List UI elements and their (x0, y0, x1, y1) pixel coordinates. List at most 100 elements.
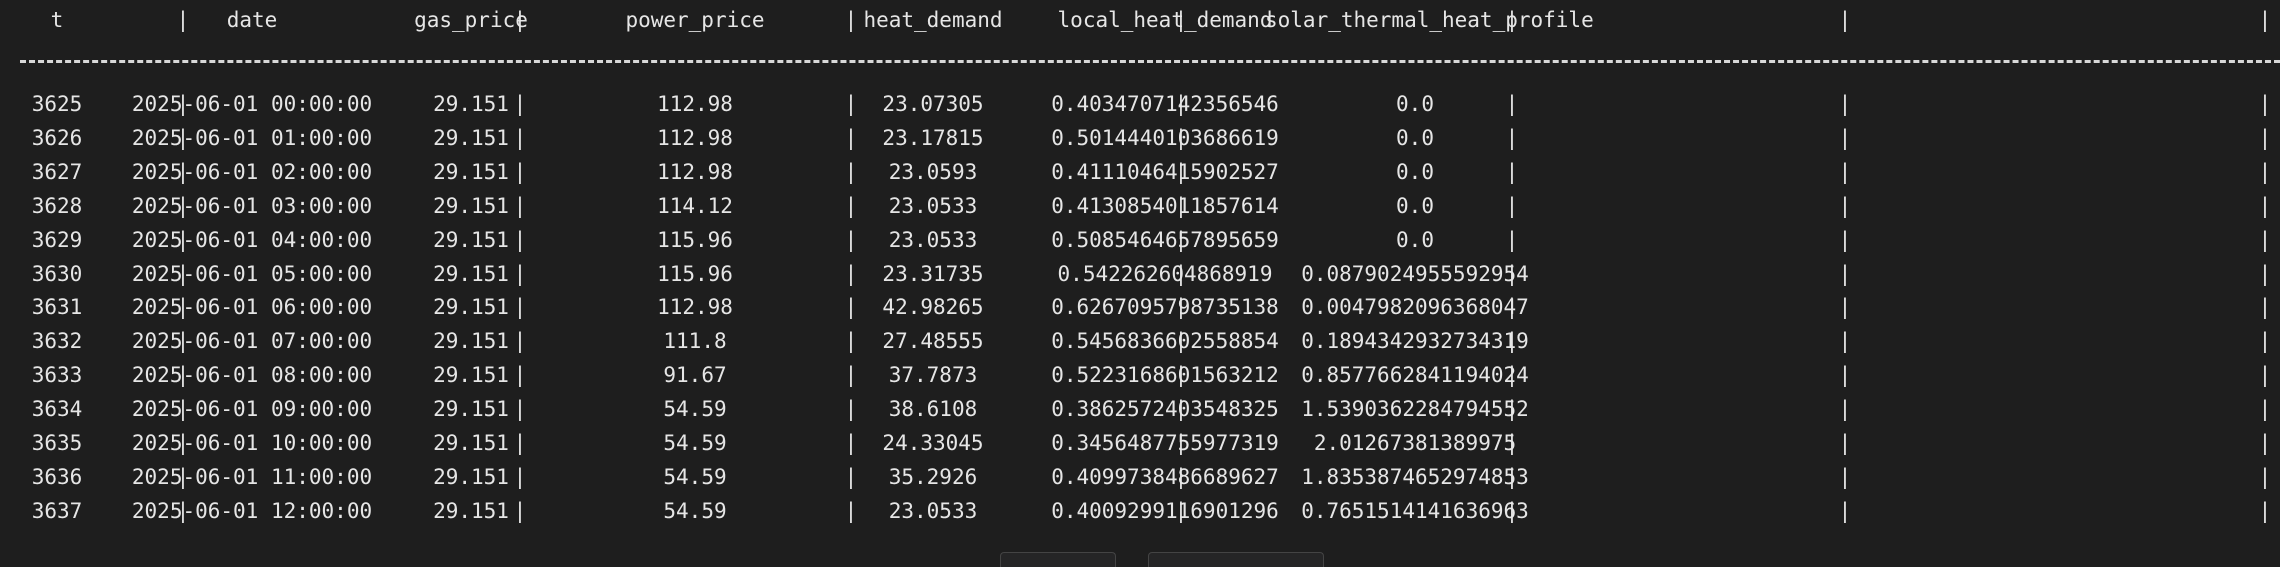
column-separator: | (2258, 295, 2272, 319)
column-separator: | (2258, 397, 2272, 421)
cell-col-solar-thermal-heat-profile: 0.8577662841194024 (1301, 363, 1529, 387)
cell-col-power-price: 54.59 (663, 465, 727, 489)
cell-col-gas-price: 29.151 (433, 465, 509, 489)
column-separator: | (2258, 92, 2272, 116)
column-separator: | (1174, 431, 1188, 455)
column-separator: | (1838, 92, 1852, 116)
cell-col-solar-thermal-heat-profile: 0.0 (1396, 126, 1434, 150)
column-separator: | (1174, 160, 1188, 184)
column-separator: | (2258, 194, 2272, 218)
column-separator: | (1505, 465, 1519, 489)
column-separator: | (844, 363, 858, 387)
panel-tab-left[interactable] (1000, 552, 1116, 567)
column-separator: | (1174, 465, 1188, 489)
column-separator: | (1838, 329, 1852, 353)
panel-tab-right[interactable] (1148, 552, 1324, 567)
table-row: 3626 2025-06-01 01:00:00 29.151 112.98 23.17… (0, 120, 2280, 156)
column-separator: | (844, 295, 858, 319)
column-separator: | (1505, 228, 1519, 252)
table-row: 3635 2025-06-01 10:00:00 29.151 54.59 24.330… (0, 425, 2280, 461)
column-separator: | (176, 194, 190, 218)
column-separator: | (1838, 160, 1852, 184)
column-separator: | (844, 397, 858, 421)
cell-col-gas-price: 29.151 (433, 262, 509, 286)
table-row: 3637 2025-06-01 12:00:00 29.151 54.59 23.053… (0, 493, 2280, 529)
column-separator: | (1838, 465, 1852, 489)
cell-col-power-price: 54.59 (663, 499, 727, 523)
column-separator: | (844, 329, 858, 353)
cell-col-solar-thermal-heat-profile: 0.1894342932734319 (1301, 329, 1529, 353)
column-separator: | (176, 8, 190, 32)
column-separator: | (176, 262, 190, 286)
cell-col-power-price: 112.98 (657, 126, 733, 150)
column-separator: | (1174, 329, 1188, 353)
column-separator: | (1505, 160, 1519, 184)
column-separator: | (1838, 499, 1852, 523)
cell-col-solar-thermal-heat-profile: 1.8353874652974853 (1301, 465, 1529, 489)
column-separator: | (176, 465, 190, 489)
column-separator: | (176, 228, 190, 252)
cell-col-power-price: 54.59 (663, 431, 727, 455)
column-separator: | (176, 363, 190, 387)
cell-col-power-price: 115.96 (657, 262, 733, 286)
cell-col-power-price: 112.98 (657, 295, 733, 319)
cell-col-gas-price: 29.151 (433, 160, 509, 184)
table-row: 3629 2025-06-01 04:00:00 29.151 115.96 23.05… (0, 222, 2280, 258)
column-separator: | (1174, 126, 1188, 150)
column-separator: | (2258, 160, 2272, 184)
table-row: 3627 2025-06-01 02:00:00 29.151 112.98 23.05… (0, 154, 2280, 190)
column-separator: | (2258, 363, 2272, 387)
column-separator: | (1174, 397, 1188, 421)
column-separator: | (1174, 262, 1188, 286)
cell-col-gas-price: 29.151 (433, 194, 509, 218)
column-separator: | (513, 160, 527, 184)
table-row: 3628 2025-06-01 03:00:00 29.151 114.12 23.05… (0, 188, 2280, 224)
column-separator: | (176, 499, 190, 523)
cell-col-gas-price: 29.151 (433, 431, 509, 455)
cell-col-solar-thermal-heat-profile: 0.0879024955592954 (1301, 262, 1529, 286)
cell-col-solar-thermal-heat-profile: 0.0 (1396, 228, 1434, 252)
column-separator: | (844, 92, 858, 116)
column-separator: | (2258, 465, 2272, 489)
column-separator: | (844, 262, 858, 286)
cell-col-power-price: 112.98 (657, 92, 733, 116)
column-separator: | (513, 8, 527, 32)
cell-col-solar-thermal-heat-profile: 0.7651514141636963 (1301, 499, 1529, 523)
column-separator: | (1174, 92, 1188, 116)
column-separator: | (1505, 397, 1519, 421)
column-separator: | (513, 465, 527, 489)
column-separator: | (176, 92, 190, 116)
cell-col-gas-price: 29.151 (433, 295, 509, 319)
cell-col-solar-thermal-heat-profile: 0.0 (1396, 194, 1434, 218)
column-separator: | (1838, 363, 1852, 387)
cell-col-gas-price: 29.151 (433, 397, 509, 421)
column-separator: | (1505, 262, 1519, 286)
column-separator: | (1174, 194, 1188, 218)
column-separator: | (844, 194, 858, 218)
column-separator: | (176, 397, 190, 421)
column-separator: | (1505, 499, 1519, 523)
column-separator: | (1505, 8, 1519, 32)
column-separator: | (513, 431, 527, 455)
column-separator: | (513, 194, 527, 218)
column-separator: | (1505, 194, 1519, 218)
cell-col-power-price: 114.12 (657, 194, 733, 218)
cell-col-solar-thermal-heat-profile: 1.5390362284794552 (1301, 397, 1529, 421)
table-row: 3632 2025-06-01 07:00:00 29.151 111.8 27.485… (0, 323, 2280, 359)
column-separator: | (1174, 8, 1188, 32)
column-separator: | (1838, 228, 1852, 252)
column-separator: | (2258, 329, 2272, 353)
header-divider (20, 60, 2280, 63)
column-separator: | (1174, 363, 1188, 387)
cell-col-power-price: 112.98 (657, 160, 733, 184)
table-row: 3630 2025-06-01 05:00:00 29.151 115.96 23.31… (0, 256, 2280, 292)
column-separator: | (2258, 126, 2272, 150)
column-separator: | (176, 295, 190, 319)
column-separator: | (513, 228, 527, 252)
column-separator: | (2258, 431, 2272, 455)
table-header: t date gas_price power_price heat_demand loca… (0, 2, 2280, 38)
cell-col-power-price: 115.96 (657, 228, 733, 252)
column-separator: | (513, 363, 527, 387)
column-separator: | (176, 431, 190, 455)
cell-col-solar-thermal-heat-profile: 0.0 (1396, 92, 1434, 116)
